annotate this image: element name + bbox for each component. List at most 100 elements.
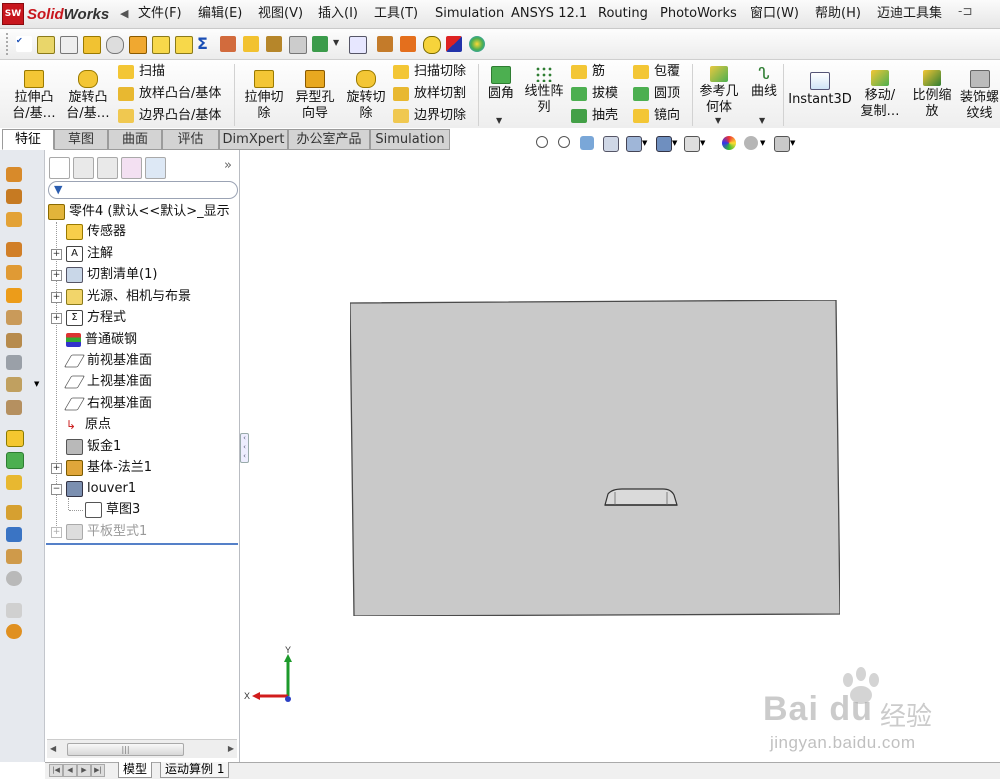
prev-tab-icon[interactable]: ◀ [63, 764, 77, 777]
previous-view-icon[interactable] [580, 136, 594, 150]
tool-icon-9[interactable] [312, 36, 328, 52]
realview-icon[interactable] [469, 36, 485, 52]
forming-tool-icon[interactable] [6, 603, 22, 618]
menu-photoworks[interactable]: PhotoWorks [660, 0, 737, 28]
tool-icon-1[interactable] [37, 36, 55, 54]
feature-tree-filter-input[interactable]: ▼ [48, 181, 238, 199]
edit-appearance-icon[interactable] [722, 136, 736, 150]
zoom-to-fit-icon[interactable] [536, 136, 548, 148]
fillet-dropdown-icon[interactable]: ▼ [496, 116, 502, 125]
welded-corner-icon[interactable] [6, 400, 22, 415]
jog-icon[interactable] [6, 310, 22, 325]
panel-collapse-handle[interactable]: ‹ ‹ ‹ [240, 433, 249, 463]
property-manager-tab-icon[interactable] [73, 157, 94, 179]
sketched-bend-icon[interactable] [6, 333, 22, 348]
tool-icon-12[interactable] [400, 36, 416, 52]
solidworks-logo[interactable]: SW SolidWorks [2, 3, 109, 25]
menu-help[interactable]: 帮助(H) [815, 0, 861, 28]
tool-icon-4[interactable] [129, 36, 147, 54]
dropdown-arrow-icon[interactable]: ▼ [333, 38, 339, 47]
tab-simulation[interactable]: Simulation [370, 129, 450, 150]
no-bends-icon[interactable] [6, 505, 22, 520]
clock-icon[interactable] [106, 36, 124, 54]
sweep-cut-button[interactable]: 扫描切除 [393, 63, 466, 81]
menu-window[interactable]: 窗口(W) [750, 0, 799, 28]
tab-model[interactable]: 模型 [118, 762, 153, 778]
sheet-metal-plate[interactable] [350, 300, 840, 616]
tool-icon-3[interactable] [83, 36, 101, 54]
tab-motion-study[interactable]: 运动算例 1 [160, 762, 230, 778]
dropdown-arrow-icon[interactable]: ▼ [672, 139, 677, 147]
tree-item-sheet-metal[interactable]: 钣金1 [66, 437, 121, 457]
spell-check-icon[interactable]: ✔ [16, 36, 32, 52]
check-circle-icon[interactable] [423, 36, 441, 54]
rollback-bar[interactable] [46, 543, 238, 545]
reference-geometry-button[interactable]: 参考几 何体 [697, 66, 741, 116]
loft-cut-button[interactable]: 放样切割 [393, 85, 466, 103]
fold-icon[interactable] [6, 452, 24, 469]
menu-tools[interactable]: 工具(T) [374, 0, 418, 28]
fillet-button[interactable]: 圆角 [484, 66, 518, 102]
expand-toggle-icon[interactable]: + [51, 292, 62, 303]
tab-evaluate[interactable]: 评估 [162, 129, 219, 150]
boundary-boss-button[interactable]: 边界凸台/基体 [118, 107, 221, 125]
shell-button[interactable]: 抽壳 [571, 107, 618, 125]
tool-icon-10[interactable] [349, 36, 367, 54]
tab-dimxpert[interactable]: DimXpert [219, 129, 288, 150]
tab-surfaces[interactable]: 曲面 [108, 129, 162, 150]
expand-toggle-icon[interactable]: + [51, 313, 62, 324]
hole-wizard-button[interactable]: 异型孔 向导 [291, 70, 339, 122]
curves-button[interactable]: ᔐ 曲线 [747, 66, 781, 100]
cross-break-icon[interactable] [6, 355, 22, 370]
rip-icon[interactable] [6, 549, 22, 564]
move-copy-button[interactable]: 移动/ 复制… [858, 70, 902, 120]
scroll-right-icon[interactable]: ▶ [228, 744, 234, 753]
tab-office-products[interactable]: 办公室产品 [288, 129, 370, 150]
simple-hole-icon[interactable] [6, 624, 22, 639]
reference-geometry-dropdown-icon[interactable]: ▼ [715, 116, 721, 125]
menu-maidi-tools[interactable]: 迈迪工具集 [877, 0, 942, 28]
checkbox-tool-icon-2[interactable] [175, 36, 193, 54]
tree-item-louver[interactable]: louver1 [66, 479, 136, 499]
tree-item-cut-list[interactable]: 切割清单(1) [66, 265, 157, 285]
menu-file[interactable]: 文件(F) [138, 0, 182, 28]
insert-bends-icon[interactable] [6, 527, 22, 542]
menu-ansys[interactable]: ANSYS 12.1 [511, 0, 587, 28]
scale-button[interactable]: 比例缩 放 [909, 70, 955, 120]
display-style-icon[interactable] [656, 136, 672, 152]
instant3d-button[interactable]: Instant3D [788, 72, 852, 108]
tab-features[interactable]: 特征 [2, 129, 54, 150]
wrap-button[interactable]: 包覆 [633, 63, 680, 81]
section-view-icon[interactable] [603, 136, 619, 152]
tree-item-base-flange[interactable]: 基体-法兰1 [66, 458, 152, 478]
scroll-left-icon[interactable]: ◀ [50, 744, 56, 753]
menu-simulation[interactable]: Simulation [435, 0, 504, 28]
dropdown-arrow-icon[interactable]: ▼ [760, 139, 765, 147]
draft-button[interactable]: 拔模 [571, 85, 618, 103]
menu-flyout-arrow-icon[interactable]: ◀ [120, 5, 130, 23]
boundary-cut-button[interactable]: 边界切除 [393, 107, 466, 125]
display-manager-tab-icon[interactable] [145, 157, 166, 179]
tree-item-sensors[interactable]: 传感器 [66, 222, 126, 242]
mirror-button[interactable]: 镜向 [633, 107, 680, 125]
feature-tree-tab-icon[interactable] [49, 157, 70, 179]
scrollbar-thumb[interactable]: ||| [67, 743, 184, 756]
tool-icon-8[interactable] [289, 36, 307, 54]
base-flange-icon[interactable] [6, 167, 22, 182]
view-orientation-icon[interactable] [626, 136, 642, 152]
last-tab-icon[interactable]: ▶| [91, 764, 105, 777]
expand-toggle-icon[interactable]: + [51, 527, 62, 538]
dropdown-arrow-icon[interactable]: ▼ [790, 139, 795, 147]
dimxpert-manager-tab-icon[interactable] [121, 157, 142, 179]
menu-routing[interactable]: Routing [598, 0, 648, 28]
sheet-metal-part[interactable] [350, 300, 840, 616]
tree-item-front-plane[interactable]: 前视基准面 [64, 351, 152, 371]
menu-pin-icon[interactable]: -⊐ [958, 4, 972, 18]
next-tab-icon[interactable]: ▶ [77, 764, 91, 777]
cosmetic-thread-button[interactable]: 装饰螺 纹线 [959, 70, 1000, 122]
dome-button[interactable]: 圆顶 [633, 85, 680, 103]
tree-item-lights-cameras[interactable]: 光源、相机与布景 [66, 287, 191, 307]
dropdown-arrow-icon[interactable]: ▼ [34, 380, 39, 388]
edge-flange-icon[interactable] [6, 242, 22, 257]
collapse-toggle-icon[interactable]: − [51, 484, 62, 495]
